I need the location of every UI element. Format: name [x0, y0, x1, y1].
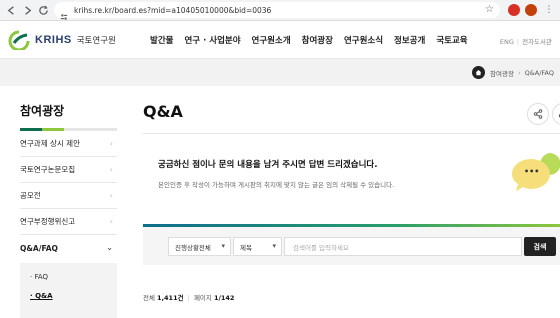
- reload-icon[interactable]: [35, 2, 51, 18]
- nav-item-disclosure[interactable]: 정보공개: [394, 34, 425, 46]
- chevron-down-icon: ▾: [221, 242, 225, 250]
- nav-item-research[interactable]: 연구 · 사업분야: [184, 34, 240, 46]
- share-button[interactable]: [527, 103, 549, 125]
- browser-toolbar: krihs.re.kr/board.es?mid=a10405010000&bi…: [0, 0, 560, 21]
- address-bar[interactable]: krihs.re.kr/board.es?mid=a10405010000&bi…: [54, 2, 500, 20]
- submenu-item-label: Q&A: [35, 292, 53, 300]
- menu-icon[interactable]: ⋮: [543, 4, 555, 16]
- status-select[interactable]: 진행상황전체 ▾: [168, 237, 231, 256]
- home-icon[interactable]: [472, 66, 486, 79]
- sidebar-item-contest[interactable]: 공모전 ›: [20, 183, 117, 209]
- ellipsis-text: •••: [524, 167, 540, 176]
- field-select[interactable]: 제목 ▾: [233, 237, 282, 256]
- site-logo[interactable]: KRIHS 국토연구원: [8, 30, 116, 52]
- krihs-logo-icon: [8, 30, 30, 52]
- page-value: 1/142: [213, 294, 235, 302]
- sidebar-item-label: 연구과제 상시 제안: [20, 139, 80, 148]
- forward-icon[interactable]: [19, 2, 35, 18]
- search-button[interactable]: 검색: [524, 237, 556, 256]
- nav-item-education[interactable]: 국토교육: [436, 34, 467, 46]
- nav-item-participation[interactable]: 참여광장: [302, 34, 333, 46]
- extension-icon[interactable]: [508, 4, 520, 16]
- main-content: Q&A 궁금하신 점이나 문의 내용을 남겨 주시면 답변 드리겠습니다. 본인…: [143, 86, 560, 318]
- page-label: 페이지: [193, 294, 212, 302]
- back-icon[interactable]: [3, 2, 19, 18]
- logo-text: KRIHS: [35, 34, 72, 46]
- chat-bubble-yellow-icon: •••: [511, 158, 551, 192]
- notice-heading: 궁금하신 점이나 문의 내용을 남겨 주시면 답변 드리겠습니다.: [158, 160, 378, 170]
- submenu-item-label: FAQ: [34, 273, 49, 281]
- search-input[interactable]: 검색어를 입력하세요: [284, 237, 522, 256]
- nav-item-publications[interactable]: 발간물: [150, 34, 173, 46]
- chevron-down-icon: ⌄: [106, 243, 113, 252]
- total-label: 전체: [143, 294, 155, 302]
- logo-korean-text: 국토연구원: [76, 36, 116, 46]
- search-bar: 진행상황전체 ▾ 제목 ▾ 검색어를 입력하세요 검색: [143, 227, 560, 265]
- sidebar-submenu: · FAQ · Q&A: [20, 263, 117, 318]
- notice-text: 본인인증 후 작성이 가능하며 게시판의 취지에 맞지 않는 글은 임의 삭제될…: [158, 181, 395, 189]
- eng-link[interactable]: ENG: [500, 38, 514, 46]
- nav-item-news[interactable]: 연구원소식: [344, 34, 383, 46]
- result-summary: 전체 1,411건 | 페이지 1/142: [143, 292, 234, 302]
- chevron-down-icon: ▾: [272, 242, 276, 250]
- sidebar-item-qna-faq[interactable]: Q&A/FAQ ⌄: [20, 235, 117, 261]
- chevron-right-icon: ›: [109, 139, 113, 148]
- sidebar-item-misconduct-report[interactable]: 연구부정행위신고 ›: [20, 209, 117, 235]
- title-divider: [143, 133, 560, 134]
- notice-box: 궁금하신 점이나 문의 내용을 남겨 주시면 답변 드리겠습니다. 본인인증 후…: [143, 143, 560, 205]
- sidebar-item-paper-call[interactable]: 국토연구논문모집 ›: [20, 157, 117, 183]
- sidebar: 참여광장 연구과제 상시 제안 › 국토연구논문모집 › 공모전 › 연구부정행…: [20, 86, 117, 318]
- utility-links: ENG | 전자도서관: [500, 36, 552, 46]
- status-select-value: 진행상황전체: [175, 243, 211, 252]
- share-icon: [533, 109, 543, 119]
- submenu-item-qna[interactable]: · Q&A: [30, 292, 53, 300]
- total-count: 1,411건: [157, 294, 184, 302]
- chevron-right-icon: ›: [517, 68, 521, 77]
- link-button[interactable]: [552, 103, 560, 125]
- chevron-right-icon: ›: [109, 217, 113, 226]
- site-header: KRIHS 국토연구원 발간물 연구 · 사업분야 연구원소개 참여광장 연구원…: [0, 21, 560, 59]
- chevron-right-icon: ›: [109, 191, 113, 200]
- bookmark-star-icon[interactable]: ☆: [485, 4, 494, 15]
- util-separator: |: [516, 38, 520, 46]
- main-nav: 발간물 연구 · 사업분야 연구원소개 참여광장 연구원소식 정보공개 국토교육: [150, 34, 479, 46]
- sidebar-item-label: 국토연구논문모집: [20, 165, 76, 174]
- breadcrumb: 참여광장 › Q&A/FAQ: [472, 66, 554, 79]
- submenu-item-faq[interactable]: · FAQ: [30, 273, 48, 281]
- breadcrumb-band: 참여광장 › Q&A/FAQ: [0, 59, 560, 86]
- breadcrumb-item[interactable]: Q&A/FAQ: [525, 69, 554, 77]
- field-select-value: 제목: [240, 243, 252, 252]
- sidebar-item-label: 연구부정행위신고: [20, 217, 76, 226]
- site-info-icon[interactable]: [60, 6, 68, 20]
- summary-separator: |: [187, 294, 190, 302]
- chevron-right-icon: ›: [109, 165, 113, 174]
- breadcrumb-item[interactable]: 참여광장: [490, 68, 514, 78]
- sidebar-item-research-proposal[interactable]: 연구과제 상시 제안 ›: [20, 131, 117, 157]
- sidebar-item-label: 공모전: [20, 191, 41, 200]
- profile-avatar[interactable]: [525, 4, 537, 16]
- library-link[interactable]: 전자도서관: [522, 38, 552, 46]
- nav-item-about[interactable]: 연구원소개: [252, 34, 291, 46]
- search-placeholder: 검색어를 입력하세요: [293, 243, 349, 252]
- sidebar-item-label: Q&A/FAQ: [20, 243, 58, 253]
- sidebar-title: 참여광장: [20, 104, 65, 118]
- page-title: Q&A: [143, 102, 183, 121]
- url-text: krihs.re.kr/board.es?mid=a10405010000&bi…: [74, 5, 272, 15]
